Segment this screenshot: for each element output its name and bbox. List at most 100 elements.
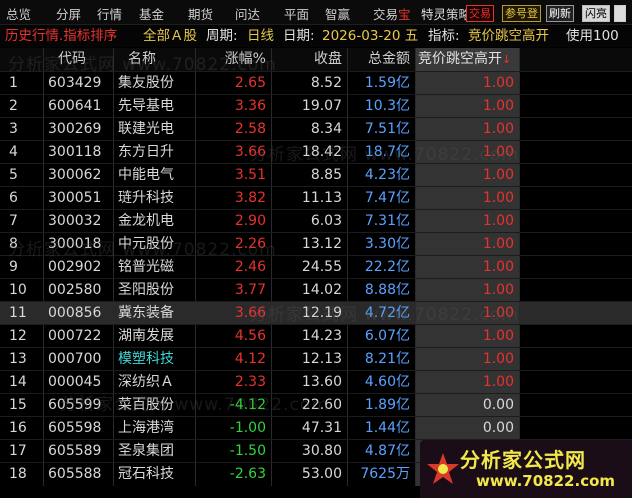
change-percent: 4.56 [196, 325, 272, 348]
row-index: 14 [0, 371, 44, 394]
total-amount: 8.88亿 [348, 279, 416, 302]
header-indicator[interactable]: 竞价跳空高开↓ [416, 48, 520, 71]
close-price: 53.00 [272, 463, 348, 486]
stock-code: 603429 [44, 72, 114, 95]
table-row[interactable]: 13000700模塑科技R4.1212.138.21亿1.00 [0, 347, 632, 371]
total-amount: 18.7亿 [348, 141, 416, 164]
table-row[interactable]: 3 300269 联建光电 2.58 8.34 7.51亿 1.00 [0, 117, 632, 141]
header-amount[interactable]: 总金额 [348, 48, 416, 71]
close-price: 8.85 [272, 164, 348, 187]
stock-name-text: 冀东装备 [118, 305, 174, 321]
menu-plane[interactable]: 平面 [284, 4, 309, 23]
total-amount: 8.21亿 [348, 348, 416, 371]
table-row[interactable]: 16 605598 上海港湾 -1.00 47.31 1.44亿 0.00 [0, 416, 632, 440]
date-value[interactable]: 2026-03-20 五 [322, 25, 418, 47]
header-index [0, 48, 44, 71]
header-name[interactable]: 名称 [114, 48, 196, 71]
table-row[interactable]: 10002580圣阳股份R3.7714.028.88亿1.00 [0, 278, 632, 302]
menu-wenda[interactable]: 问达 [235, 4, 260, 23]
trade-button[interactable]: 交易 [466, 5, 494, 22]
indicator-label: 指标: [428, 28, 460, 44]
row-index: 18 [0, 463, 44, 486]
table-row[interactable]: 6 300051 琏升科技 3.82 11.13 7.47亿 1.00 [0, 186, 632, 210]
stock-name: 上海港湾 [114, 417, 196, 440]
indicator-value: 1.00 [416, 233, 520, 256]
indicator-value: 1.00 [416, 95, 520, 118]
total-amount: 1.44亿 [348, 417, 416, 440]
stock-name: 铭普光磁R [114, 256, 196, 279]
header-code[interactable]: 代码 [44, 48, 114, 71]
menu-fund[interactable]: 基金 [139, 4, 164, 23]
total-amount: 1.89亿 [348, 394, 416, 417]
change-percent: -4.12 [196, 394, 272, 417]
menu-futures[interactable]: 期货 [188, 4, 213, 23]
period-value[interactable]: 日线 [247, 25, 274, 47]
stock-code: 300032 [44, 210, 114, 233]
menu-quotes[interactable]: 行情 [97, 4, 122, 23]
table-row[interactable]: 2600641先导基电R3.3619.0710.3亿1.00 [0, 94, 632, 118]
table-row[interactable]: 14 000045 深纺织Ａ 2.33 13.60 4.60亿 1.00 [0, 370, 632, 394]
table-row[interactable]: 8300018中元股份R2.2613.123.30亿1.00 [0, 232, 632, 256]
stock-name: 先导基电R [114, 95, 196, 118]
indicator-value: 1.00 [416, 118, 520, 141]
change-percent: -2.63 [196, 463, 272, 486]
menu-trade[interactable]: 交易 [373, 4, 398, 23]
menu-zhiying[interactable]: 智赢 [325, 4, 350, 23]
stock-code: 300051 [44, 187, 114, 210]
stock-name-text: 圣阳股份 [118, 282, 174, 298]
star-icon [427, 453, 459, 484]
table-row[interactable]: 4300118东方日升R3.6618.4218.7亿1.00 [0, 140, 632, 164]
logo-title: 分析家公式网 [460, 448, 586, 472]
scope-selector[interactable]: 全部Ａ股 [143, 25, 197, 47]
indicator-value: 0.00 [416, 417, 520, 440]
table-row[interactable]: 11 000856 冀东装备 3.66 12.19 4.72亿 1.00 [0, 301, 632, 325]
stock-code: 605598 [44, 417, 114, 440]
header-close[interactable]: 收盘 [272, 48, 348, 71]
table-row[interactable]: 15 605599 菜百股份 -4.12 22.60 1.89亿 0.00 [0, 393, 632, 417]
header-change[interactable]: 涨幅% [196, 48, 272, 71]
table-row[interactable]: 9002902铭普光磁R2.4624.5522.2亿1.00 [0, 255, 632, 279]
stock-name-text: 深纺织Ａ [118, 374, 174, 390]
table-row[interactable]: 12000722湖南发展R4.5614.236.07亿1.00 [0, 324, 632, 348]
close-price: 14.02 [272, 279, 348, 302]
row-index: 9 [0, 256, 44, 279]
total-amount: 7.47亿 [348, 187, 416, 210]
table-row[interactable]: 5 300062 中能电气 3.51 8.85 4.23亿 1.00 [0, 163, 632, 187]
close-price: 6.03 [272, 210, 348, 233]
flash-button[interactable]: 闪亮 [582, 5, 610, 22]
menu-split-screen[interactable]: 分屏 [56, 4, 81, 23]
total-amount: 3.30亿 [348, 233, 416, 256]
menu-overview[interactable]: 总览 [6, 4, 31, 23]
table-row[interactable]: 7 300032 金龙机电 2.90 6.03 7.31亿 1.00 [0, 209, 632, 233]
stock-code: 002902 [44, 256, 114, 279]
indicator-value: 1.00 [416, 210, 520, 233]
row-index: 17 [0, 440, 44, 463]
menu-bao[interactable]: 宝 [398, 4, 411, 23]
stock-name-text: 东方日升 [118, 144, 174, 160]
stock-name-text: 湖南发展 [118, 328, 174, 344]
indicator-value[interactable]: 竞价跳空高开 [468, 25, 549, 47]
row-index: 8 [0, 233, 44, 256]
stock-name: 湖南发展R [114, 325, 196, 348]
stock-code: 000700 [44, 348, 114, 371]
indicator-value: 1.00 [416, 141, 520, 164]
stock-code: 605589 [44, 440, 114, 463]
menu-teling[interactable]: 特灵 [421, 4, 446, 23]
stock-name: 菜百股份 [114, 394, 196, 417]
extra-button[interactable] [614, 5, 626, 22]
stock-code: 605599 [44, 394, 114, 417]
indicator-value: 1.00 [416, 348, 520, 371]
close-price: 13.60 [272, 371, 348, 394]
total-amount: 10.3亿 [348, 95, 416, 118]
stock-name: 琏升科技 [114, 187, 196, 210]
stock-name-text: 先导基电 [118, 98, 174, 114]
login-button[interactable]: 参号登 [502, 5, 541, 22]
stock-code: 300269 [44, 118, 114, 141]
table-row[interactable]: 1603429集友股份R2.658.521.59亿1.00 [0, 71, 632, 95]
change-percent: 2.33 [196, 371, 272, 394]
row-index: 4 [0, 141, 44, 164]
stock-name: 金龙机电 [114, 210, 196, 233]
refresh-button[interactable]: 刷新 [546, 5, 574, 22]
row-index: 1 [0, 72, 44, 95]
row-index: 6 [0, 187, 44, 210]
